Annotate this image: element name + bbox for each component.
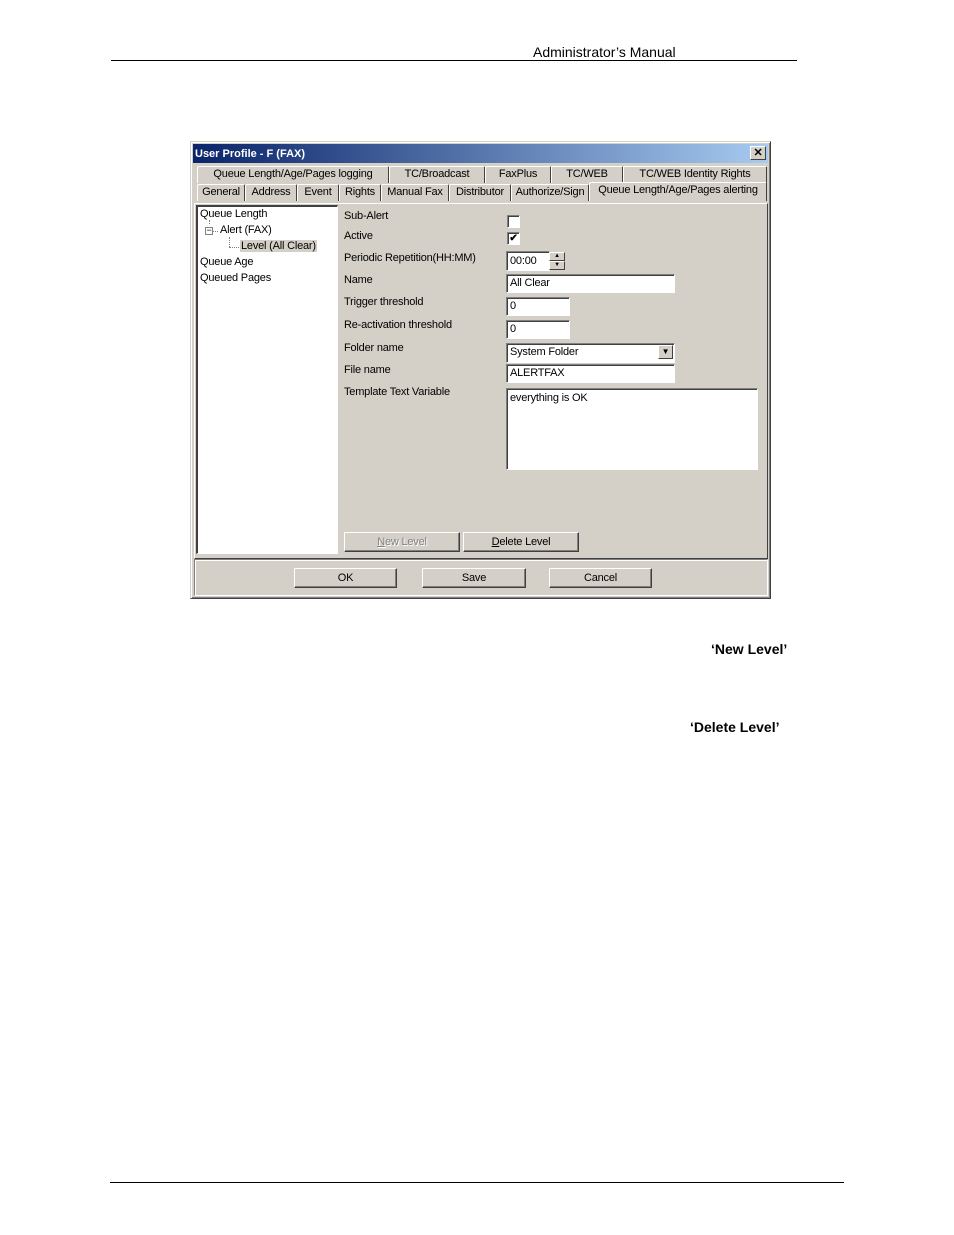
sub-alert-checkbox[interactable] xyxy=(507,215,520,228)
spin-up-button[interactable]: ▲ xyxy=(549,252,565,261)
tab-tc-web[interactable]: TC/WEB xyxy=(551,166,623,183)
spin-down-button[interactable]: ▼ xyxy=(549,261,565,270)
alert-tree[interactable]: Queue Length − Alert (FAX) Level (All Cl… xyxy=(196,205,338,554)
tab-tc-web-identity-rights[interactable]: TC/WEB Identity Rights xyxy=(623,166,767,183)
tab-general[interactable]: General xyxy=(197,184,245,201)
tree-connector xyxy=(229,237,230,247)
tab-faxplus[interactable]: FaxPlus xyxy=(485,166,551,183)
arrow-up-icon: ▲ xyxy=(554,253,560,259)
template-text-variable-label: Template Text Variable xyxy=(344,386,450,398)
dropdown-button[interactable]: ▼ xyxy=(658,345,673,359)
new-level-mnemonic: N xyxy=(377,536,385,548)
folder-name-select[interactable]: System Folder ▼ xyxy=(506,343,675,363)
tab-rights[interactable]: Rights xyxy=(339,184,381,201)
cancel-button[interactable]: Cancel xyxy=(549,568,652,588)
tab-address[interactable]: Address xyxy=(245,184,297,201)
header-rule xyxy=(111,60,797,61)
checkmark-icon: ✔ xyxy=(509,233,518,244)
trigger-threshold-label: Trigger threshold xyxy=(344,296,424,308)
periodic-repetition-spinner[interactable]: ▲ ▼ xyxy=(549,252,565,270)
delete-level-reference: ‘Delete Level’ xyxy=(690,719,780,735)
folder-name-label: Folder name xyxy=(344,342,404,354)
periodic-repetition-label: Periodic Repetition(HH:MM) xyxy=(344,252,476,264)
tree-item-queue-age[interactable]: Queue Age xyxy=(200,256,253,268)
file-name-input[interactable]: ALERTFAX xyxy=(506,364,675,383)
tree-item-queue-length[interactable]: Queue Length xyxy=(200,208,268,220)
name-label: Name xyxy=(344,274,373,286)
tree-connector xyxy=(209,220,210,224)
dialog-titlebar[interactable]: User Profile - F (FAX) ✕ xyxy=(193,144,768,163)
sub-alert-label: Sub-Alert xyxy=(344,210,389,222)
reactivation-threshold-input[interactable]: 0 xyxy=(506,320,570,339)
delete-level-label: elete Level xyxy=(499,536,551,548)
tree-item-level-all-clear[interactable]: Level (All Clear) xyxy=(240,240,317,252)
close-icon: ✕ xyxy=(753,146,763,159)
template-text-variable-textarea[interactable]: everything is OK xyxy=(506,388,758,470)
tab-distributor[interactable]: Distributor xyxy=(449,184,511,201)
trigger-threshold-input[interactable]: 0 xyxy=(506,297,570,316)
new-level-button[interactable]: New Level xyxy=(344,532,460,552)
arrow-down-icon: ▼ xyxy=(554,262,560,268)
tab-authorize-sign[interactable]: Authorize/Sign xyxy=(511,184,589,201)
save-button[interactable]: Save xyxy=(422,568,526,588)
dialog-title: User Profile - F (FAX) xyxy=(195,147,306,160)
ok-button[interactable]: OK xyxy=(294,568,397,588)
tree-connector xyxy=(213,231,218,232)
tab-event[interactable]: Event xyxy=(297,184,339,201)
user-profile-dialog: User Profile - F (FAX) ✕ Queue Length/Ag… xyxy=(190,141,771,599)
new-level-label: ew Level xyxy=(384,536,427,548)
file-name-label: File name xyxy=(344,364,391,376)
tab-queue-alerting[interactable]: Queue Length/Age/Pages alerting xyxy=(589,182,767,201)
tab-tc-broadcast[interactable]: TC/Broadcast xyxy=(389,166,485,183)
tab-queue-logging[interactable]: Queue Length/Age/Pages logging xyxy=(197,166,389,183)
close-button[interactable]: ✕ xyxy=(750,146,766,160)
dropdown-arrow-icon: ▼ xyxy=(661,347,670,356)
tab-manual-fax[interactable]: Manual Fax xyxy=(381,184,449,201)
new-level-reference: ‘New Level’ xyxy=(711,641,788,657)
periodic-repetition-input[interactable]: 00:00 xyxy=(506,251,550,271)
collapse-icon[interactable]: − xyxy=(205,226,213,235)
tree-item-queued-pages[interactable]: Queued Pages xyxy=(200,272,271,284)
delete-level-button[interactable]: Delete Level xyxy=(463,532,579,552)
active-label: Active xyxy=(344,230,373,242)
page-header-title: Administrator’s Manual xyxy=(533,44,676,60)
active-checkbox[interactable]: ✔ xyxy=(507,232,520,245)
folder-name-value: System Folder xyxy=(510,346,579,358)
name-input[interactable]: All Clear xyxy=(506,274,675,293)
tree-connector xyxy=(229,247,239,248)
tree-item-alert-fax[interactable]: Alert (FAX) xyxy=(220,224,272,236)
reactivation-threshold-label: Re-activation threshold xyxy=(344,319,452,331)
footer-rule xyxy=(110,1182,844,1183)
